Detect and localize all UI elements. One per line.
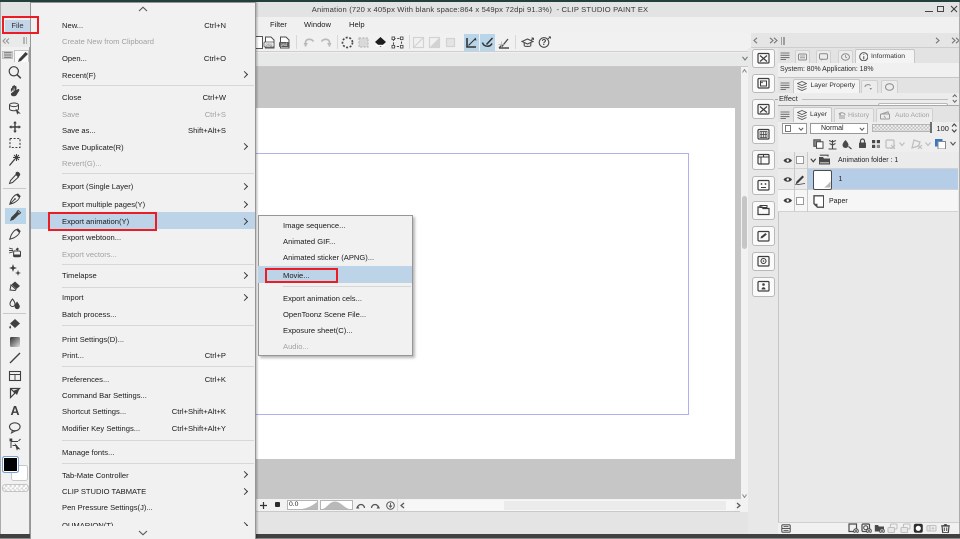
svg-text:png: png — [265, 42, 273, 47]
svg-text:psd: psd — [281, 42, 288, 47]
svg-text:?: ? — [542, 38, 547, 47]
svg-text:A: A — [10, 404, 19, 417]
